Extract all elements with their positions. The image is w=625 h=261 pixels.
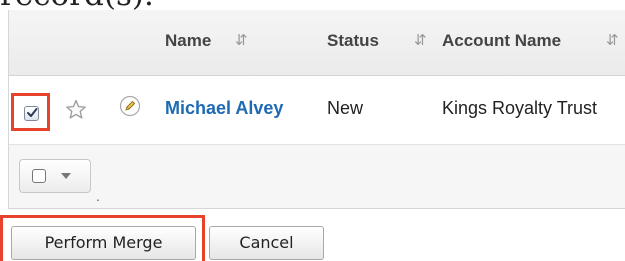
column-header-status[interactable]: Status	[327, 31, 379, 51]
table-footer-row: .	[9, 145, 625, 208]
mass-select-dropdown[interactable]	[19, 159, 91, 193]
star-icon[interactable]	[64, 98, 88, 122]
table-header-row: Name ⇵ Status ⇵ Account Name ⇵	[9, 10, 625, 76]
column-header-account-name[interactable]: Account Name	[442, 31, 561, 51]
perform-merge-button[interactable]: Perform Merge	[11, 226, 196, 260]
pencil-icon[interactable]	[119, 95, 141, 117]
column-header-name[interactable]: Name	[165, 31, 211, 51]
chevron-down-icon	[61, 173, 71, 179]
sort-arrows-icon[interactable]: ⇵	[235, 32, 248, 50]
checkbox-icon	[32, 169, 46, 183]
footer-dot: .	[96, 188, 100, 204]
checkbox-checked-icon	[27, 108, 38, 117]
records-list-view: Name ⇵ Status ⇵ Account Name ⇵ Michael A…	[8, 10, 625, 209]
sort-arrows-icon[interactable]: ⇵	[606, 32, 619, 50]
record-status: New	[327, 98, 364, 118]
merge-records-view: record(s). Name ⇵ Status ⇵ Account Name …	[0, 0, 625, 261]
record-account-name: Kings Royalty Trust	[442, 98, 598, 118]
record-name-link[interactable]: Michael Alvey	[165, 98, 283, 119]
sort-arrows-icon[interactable]: ⇵	[414, 32, 427, 50]
checkbox-highlight-callout	[11, 93, 50, 131]
cancel-button[interactable]: Cancel	[209, 226, 324, 260]
table-row: Michael Alvey New Kings Royalty Trust	[9, 76, 625, 145]
row-select-checkbox[interactable]	[24, 106, 39, 121]
